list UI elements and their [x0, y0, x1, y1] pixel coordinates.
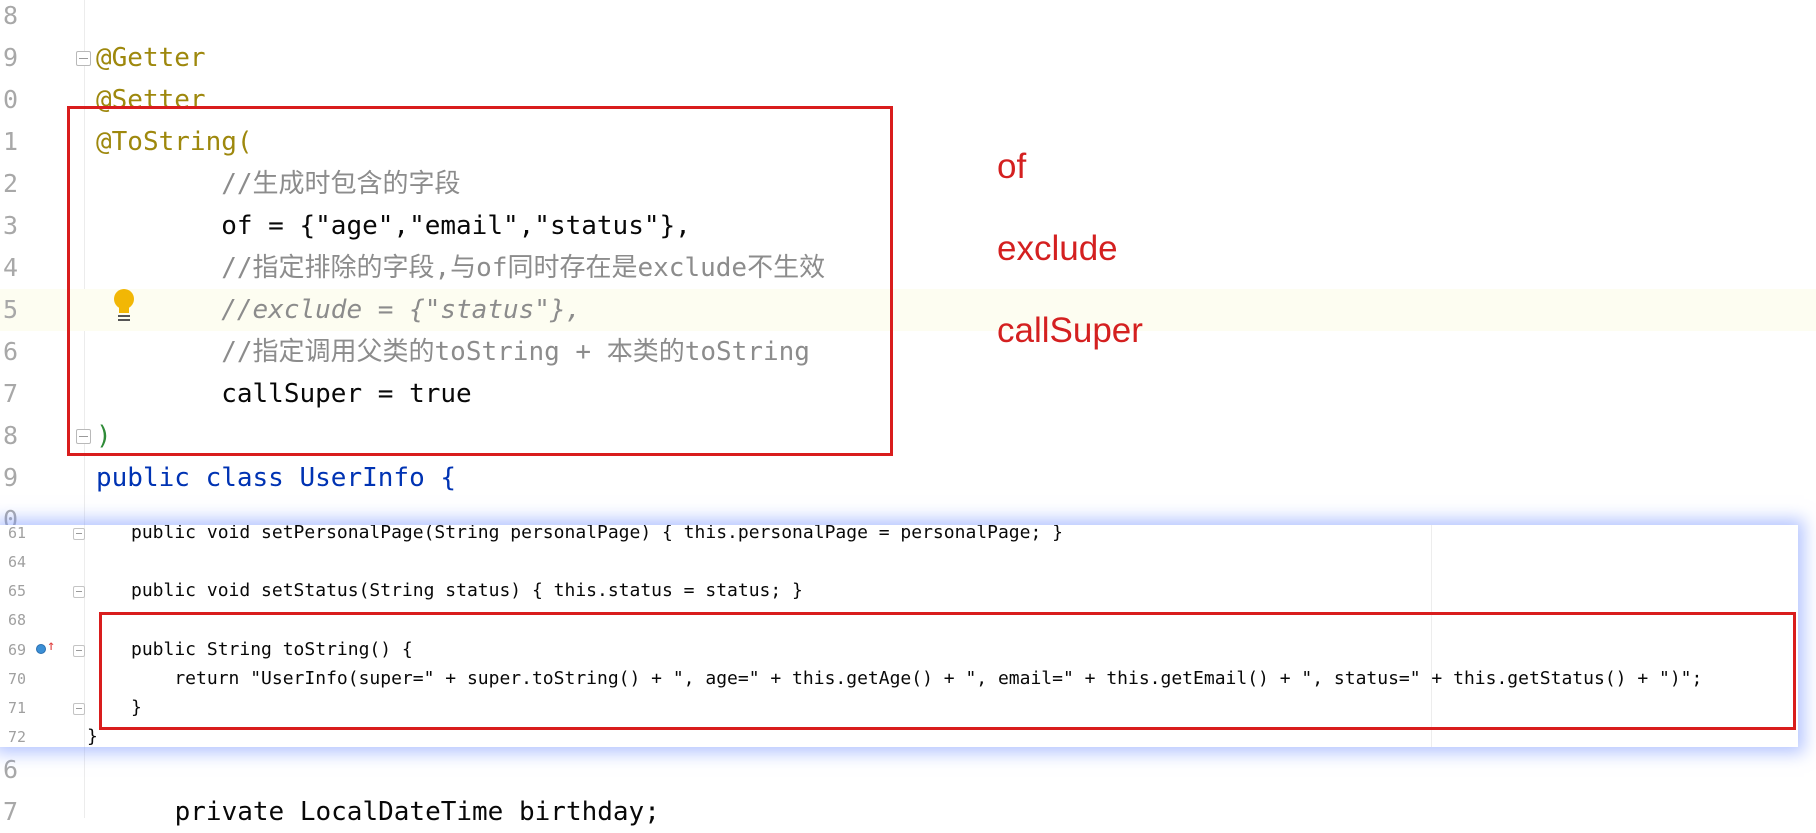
line-number: 9 — [2, 43, 18, 72]
line-number: 6 — [2, 755, 18, 784]
code-line[interactable]: 7 private LocalDateTime birthday; — [0, 791, 1816, 833]
class-close-brace: } — [87, 726, 98, 747]
line-number: 5 — [2, 295, 18, 324]
line-number: 7 — [2, 379, 18, 408]
line-number: 9 — [2, 463, 18, 492]
fold-marker-icon[interactable] — [73, 703, 85, 715]
fold-marker-icon[interactable] — [73, 528, 85, 540]
line-number: 7 — [2, 797, 18, 826]
line-number: 1 — [2, 127, 18, 156]
fold-marker-icon[interactable] — [76, 51, 91, 66]
set-personal-page-method: public void setPersonalPage(String perso… — [131, 525, 1063, 543]
line-number: 0 — [2, 85, 18, 114]
line-number: 8 — [2, 1, 18, 30]
line-number: 72 — [7, 728, 26, 746]
override-arrow-icon: ↑ — [47, 638, 56, 654]
line-number: 70 — [7, 670, 26, 688]
annotation-getter: @Getter — [96, 43, 206, 73]
line-number: 6 — [2, 337, 18, 366]
line-number: 61 — [7, 525, 26, 542]
line-number: 3 — [2, 211, 18, 240]
birthday-field: private LocalDateTime birthday; — [112, 797, 660, 827]
code-line[interactable]: 8 — [0, 0, 1816, 37]
code-line[interactable]: 6 — [0, 749, 1816, 791]
override-method-icon[interactable] — [36, 644, 46, 654]
code-line[interactable]: 61 public void setPersonalPage(String pe… — [0, 525, 1798, 546]
annotation-of: of — [997, 147, 1027, 186]
class-declaration: public class UserInfo { — [96, 463, 457, 493]
line-number: 69 — [7, 641, 26, 659]
code-line[interactable]: 65 public void setStatus(String status) … — [0, 578, 1798, 604]
line-number: 71 — [7, 699, 26, 717]
generated-code-panel: 61 public void setPersonalPage(String pe… — [0, 525, 1798, 747]
line-number: 65 — [7, 582, 26, 600]
highlight-box-tostring-method — [99, 612, 1796, 730]
line-number: 68 — [7, 611, 26, 629]
code-line[interactable]: 9 @Getter — [0, 37, 1816, 79]
set-status-method: public void setStatus(String status) { t… — [131, 580, 803, 601]
line-number: 8 — [2, 421, 18, 450]
annotation-exclude: exclude — [997, 229, 1118, 268]
code-line[interactable]: 9 public class UserInfo { — [0, 457, 1816, 499]
code-line[interactable]: 64 — [0, 549, 1798, 575]
line-number: 4 — [2, 253, 18, 282]
annotation-callsuper: callSuper — [997, 311, 1143, 350]
line-number: 2 — [2, 169, 18, 198]
line-number: 64 — [7, 553, 26, 571]
fold-marker-icon[interactable] — [73, 645, 85, 657]
highlight-box-tostring — [67, 106, 893, 456]
fold-marker-icon[interactable] — [73, 586, 85, 598]
